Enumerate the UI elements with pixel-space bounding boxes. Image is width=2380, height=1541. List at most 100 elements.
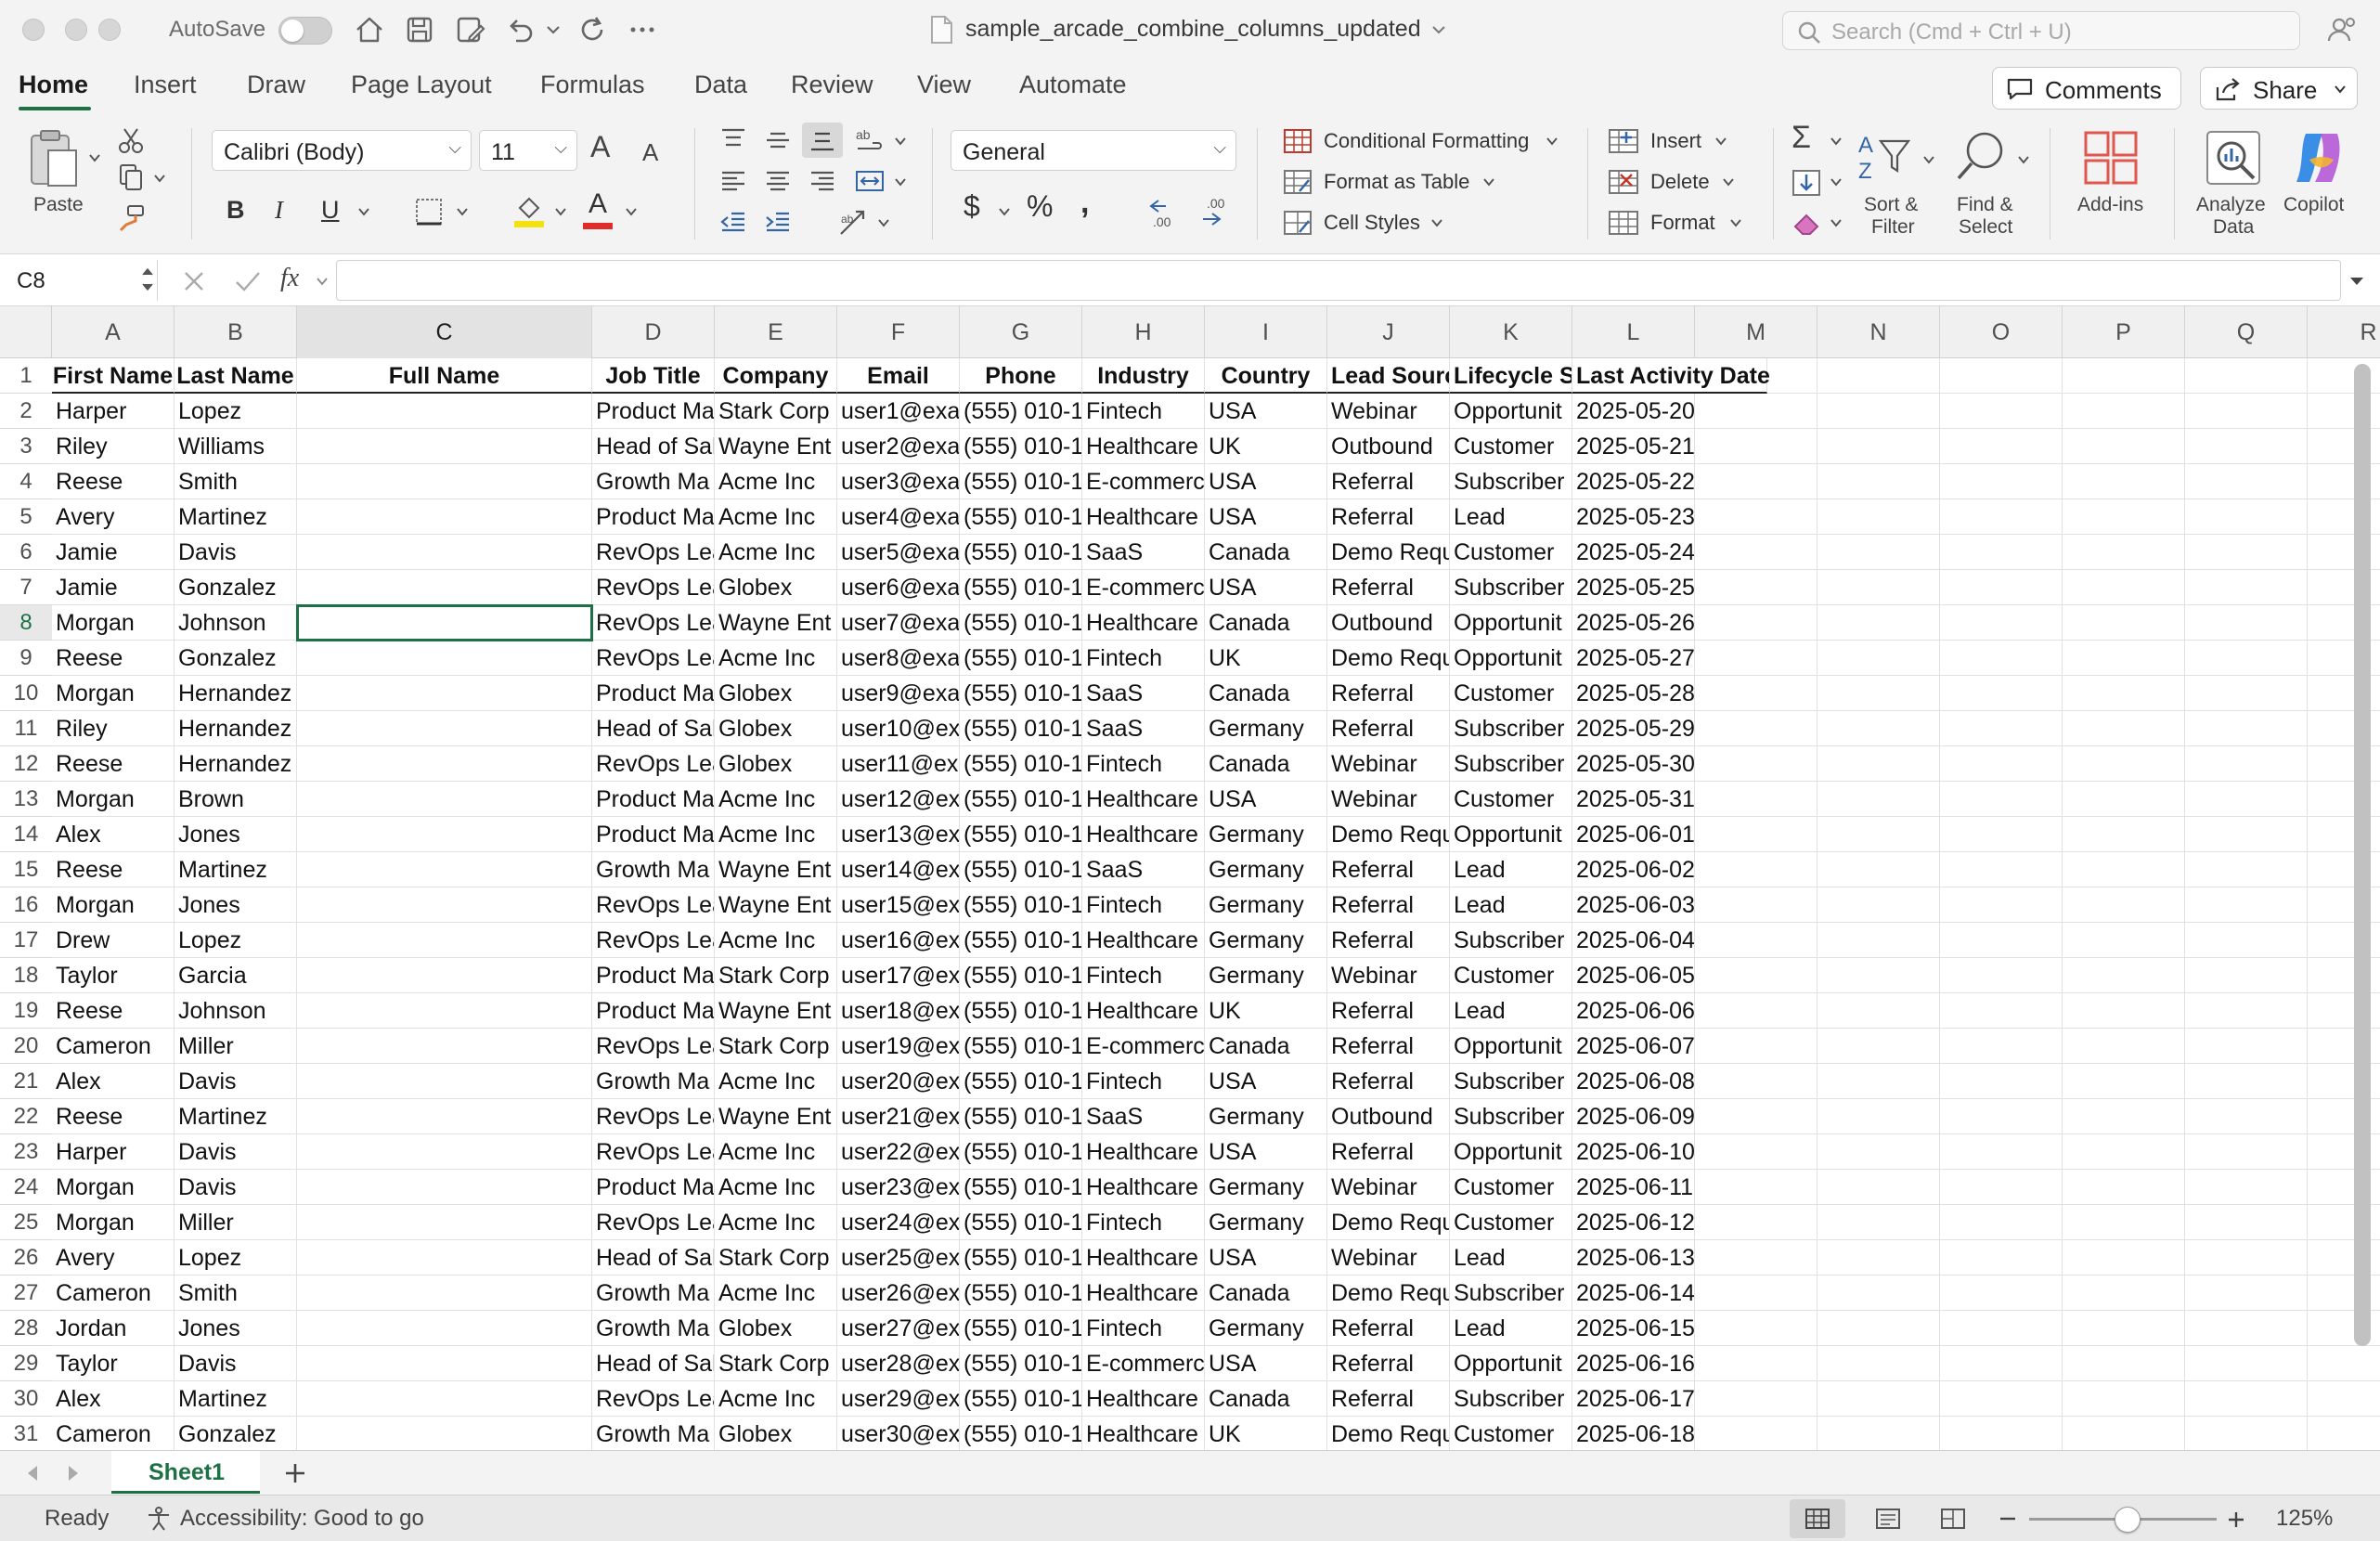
cell-m12[interactable] (1695, 746, 1817, 782)
cell-n5[interactable] (1817, 499, 1940, 535)
cell-b4[interactable]: Smith (175, 464, 297, 499)
cell-l30[interactable]: 2025-06-17 (1572, 1381, 1695, 1417)
cell-g30[interactable]: (555) 010-1 (960, 1381, 1082, 1417)
cell-f15[interactable]: user14@ex (837, 852, 960, 887)
cell-a12[interactable]: Reese (52, 746, 175, 782)
row-header[interactable]: 19 (0, 993, 52, 1029)
cell-m26[interactable] (1695, 1240, 1817, 1276)
cell-g15[interactable]: (555) 010-1 (960, 852, 1082, 887)
cell-g6[interactable]: (555) 010-1 (960, 535, 1082, 570)
cell-j21[interactable]: Referral (1327, 1064, 1450, 1099)
cell-k2[interactable]: Opportunit (1450, 394, 1572, 429)
cell-i8[interactable]: Canada (1205, 605, 1327, 641)
cell-l2[interactable]: 2025-05-20 (1572, 394, 1695, 429)
cell-i13[interactable]: USA (1205, 782, 1327, 817)
cell-m10[interactable] (1695, 676, 1817, 711)
cell-q13[interactable] (2185, 782, 2308, 817)
cell-l6[interactable]: 2025-05-24 (1572, 535, 1695, 570)
cell-e22[interactable]: Wayne Ent (715, 1099, 837, 1134)
cell-o31[interactable] (1940, 1417, 2063, 1450)
cell-a3[interactable]: Riley (52, 429, 175, 464)
cell-i17[interactable]: Germany (1205, 923, 1327, 958)
cell-q6[interactable] (2185, 535, 2308, 570)
cell-o19[interactable] (1940, 993, 2063, 1029)
cell-p7[interactable] (2063, 570, 2185, 605)
cell-c17[interactable] (297, 923, 592, 958)
cell-m8[interactable] (1695, 605, 1817, 641)
copy-icon[interactable] (117, 163, 149, 191)
cell-b14[interactable]: Jones (175, 817, 297, 852)
cell-b3[interactable]: Williams (175, 429, 297, 464)
cell-m24[interactable] (1695, 1170, 1817, 1205)
more-options-icon[interactable] (626, 13, 659, 46)
cell-m14[interactable] (1695, 817, 1817, 852)
cell-g24[interactable]: (555) 010-1 (960, 1170, 1082, 1205)
cell-j10[interactable]: Referral (1327, 676, 1450, 711)
decrease-font-size-button[interactable]: A (642, 139, 658, 165)
cell-l7[interactable]: 2025-05-25 (1572, 570, 1695, 605)
cell-g9[interactable]: (555) 010-1 (960, 641, 1082, 676)
cell-p1[interactable] (2063, 358, 2185, 394)
cell-k21[interactable]: Subscriber (1450, 1064, 1572, 1099)
cell-j4[interactable]: Referral (1327, 464, 1450, 499)
format-painter-icon[interactable] (117, 204, 147, 232)
cell-c11[interactable] (297, 711, 592, 746)
row-header[interactable]: 12 (0, 746, 52, 782)
cell-a17[interactable]: Drew (52, 923, 175, 958)
cell-e8[interactable]: Wayne Ent (715, 605, 837, 641)
cell-p15[interactable] (2063, 852, 2185, 887)
cell-q7[interactable] (2185, 570, 2308, 605)
cell-e18[interactable]: Stark Corp (715, 958, 837, 993)
cell-l14[interactable]: 2025-06-01 (1572, 817, 1695, 852)
cell-f2[interactable]: user1@exa (837, 394, 960, 429)
cell-c29[interactable] (297, 1346, 592, 1381)
row-header[interactable]: 10 (0, 676, 52, 711)
cell-f30[interactable]: user29@ex (837, 1381, 960, 1417)
cell-n11[interactable] (1817, 711, 1940, 746)
cell-k19[interactable]: Lead (1450, 993, 1572, 1029)
cell-p20[interactable] (2063, 1029, 2185, 1064)
cell-a19[interactable]: Reese (52, 993, 175, 1029)
cell-f26[interactable]: user25@ex (837, 1240, 960, 1276)
cell-b6[interactable]: Davis (175, 535, 297, 570)
cell-q17[interactable] (2185, 923, 2308, 958)
cell-l16[interactable]: 2025-06-03 (1572, 887, 1695, 923)
bold-button[interactable]: B (226, 197, 245, 223)
cell-q20[interactable] (2185, 1029, 2308, 1064)
cell-g14[interactable]: (555) 010-1 (960, 817, 1082, 852)
cell-p17[interactable] (2063, 923, 2185, 958)
cell-m17[interactable] (1695, 923, 1817, 958)
cell-m15[interactable] (1695, 852, 1817, 887)
copy-chevron-down-icon[interactable] (152, 171, 167, 186)
cell-b31[interactable]: Gonzalez (175, 1417, 297, 1450)
cell-f1[interactable]: Email (837, 358, 960, 394)
row-header[interactable]: 31 (0, 1417, 52, 1450)
cell-e25[interactable]: Acme Inc (715, 1205, 837, 1240)
cell-m13[interactable] (1695, 782, 1817, 817)
cell-e27[interactable]: Acme Inc (715, 1276, 837, 1311)
cell-q1[interactable] (2185, 358, 2308, 394)
cell-o9[interactable] (1940, 641, 2063, 676)
align-top-icon[interactable] (718, 126, 748, 154)
cell-o21[interactable] (1940, 1064, 2063, 1099)
cell-i7[interactable]: USA (1205, 570, 1327, 605)
cell-d29[interactable]: Head of Sal (592, 1346, 715, 1381)
cell-h20[interactable]: E-commerc (1082, 1029, 1205, 1064)
cell-a7[interactable]: Jamie (52, 570, 175, 605)
cell-l21[interactable]: 2025-06-08 (1572, 1064, 1695, 1099)
cell-i1[interactable]: Country (1205, 358, 1327, 394)
cell-h29[interactable]: E-commerc (1082, 1346, 1205, 1381)
cell-n30[interactable] (1817, 1381, 1940, 1417)
text-orientation-icon[interactable]: ab (837, 208, 871, 238)
cell-j15[interactable]: Referral (1327, 852, 1450, 887)
column-header-j[interactable]: J (1327, 306, 1450, 358)
row-header[interactable]: 27 (0, 1276, 52, 1311)
cell-n12[interactable] (1817, 746, 1940, 782)
row-header[interactable]: 13 (0, 782, 52, 817)
cell-f3[interactable]: user2@exa (837, 429, 960, 464)
merge-chevron-down-icon[interactable] (893, 175, 908, 189)
cell-i19[interactable]: UK (1205, 993, 1327, 1029)
cell-h10[interactable]: SaaS (1082, 676, 1205, 711)
cell-p13[interactable] (2063, 782, 2185, 817)
cell-o13[interactable] (1940, 782, 2063, 817)
